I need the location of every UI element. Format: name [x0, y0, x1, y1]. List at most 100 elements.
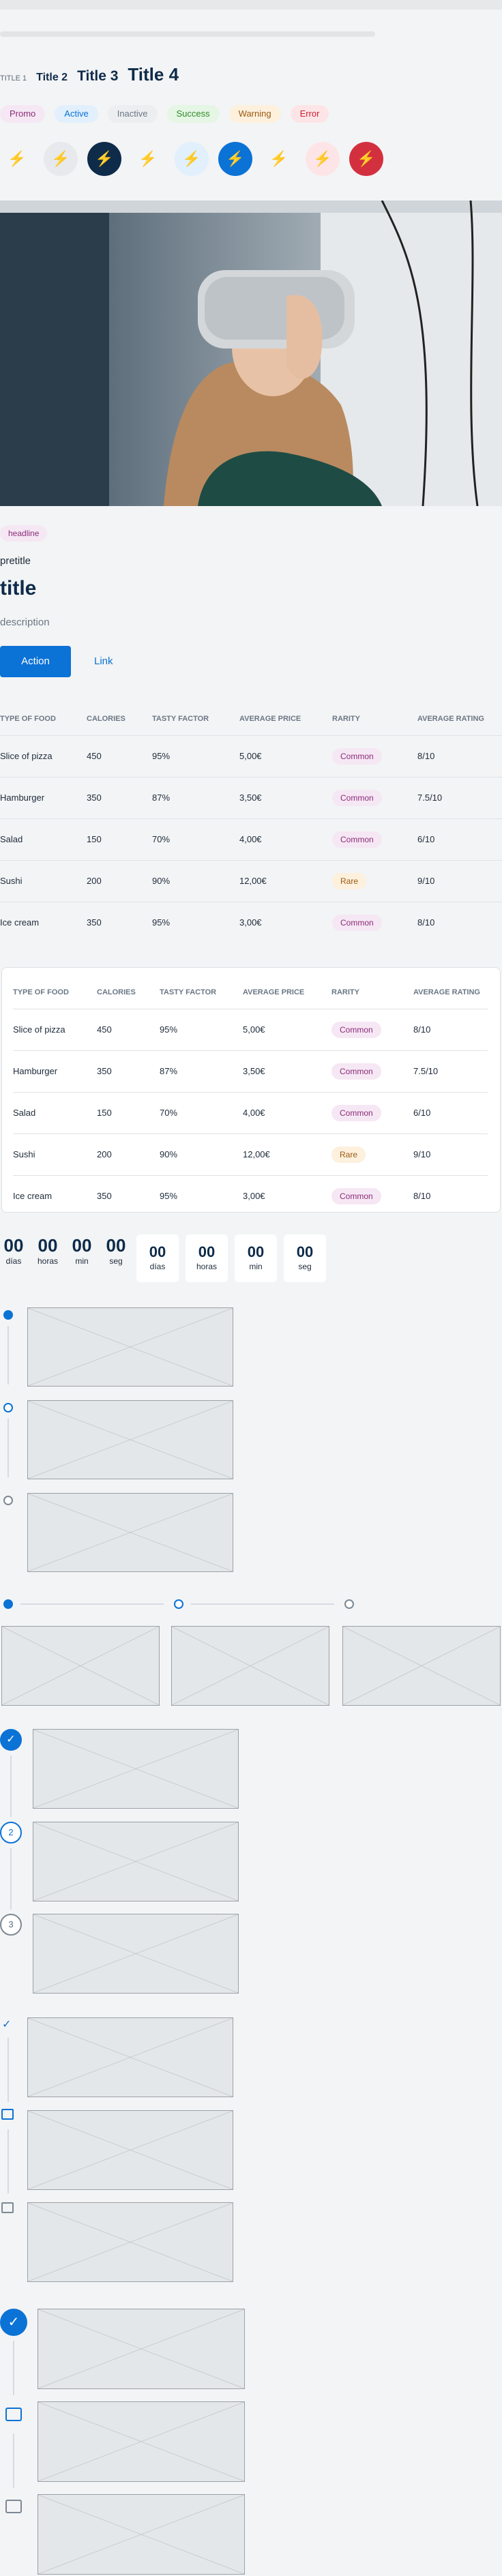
step-2: 2 — [0, 1822, 22, 1844]
countdown-label: seg — [109, 1256, 123, 1266]
tag-inactive: Inactive — [107, 105, 158, 123]
icon-button-5[interactable]: ⚡ — [175, 142, 209, 176]
column-header: AVERAGE RATING — [413, 988, 480, 996]
placeholder-cross-icon — [28, 1401, 233, 1479]
lightning-icon: ⚡ — [182, 150, 201, 167]
icon-button-row: ⚡ ⚡ ⚡ ⚡ ⚡ ⚡ ⚡ ⚡ ⚡ — [0, 142, 383, 176]
timeline-dot-inactive — [3, 1496, 13, 1505]
countdown-label: horas — [196, 1262, 218, 1271]
table-cell: 450 — [87, 735, 152, 777]
placeholder-image — [38, 2401, 245, 2482]
title-2: Title 2 — [36, 72, 68, 83]
timeline-dot-active — [3, 1310, 13, 1320]
progress-track — [0, 31, 375, 37]
rarity-badge: Common — [332, 914, 382, 931]
countdown-value: 00 — [38, 1235, 58, 1256]
placeholder-cross-icon — [38, 2309, 244, 2388]
countdown-value: 00 — [106, 1235, 126, 1256]
table-cell: Rare — [331, 1133, 413, 1175]
table-cell: 4,00€ — [243, 1091, 331, 1134]
table-cell: 12,00€ — [243, 1133, 331, 1175]
countdown-unit: 00 horas — [34, 1234, 61, 1266]
column-header: CALORIES — [87, 714, 126, 723]
stepper-connector — [8, 2129, 9, 2193]
step-3: 3 — [0, 1914, 22, 1936]
countdown-box: 00 horas — [186, 1234, 228, 1282]
food-table-card: TYPE OF FOOD CALORIES TASTY FACTOR AVERAGE … — [1, 967, 501, 1217]
countdown-value: 00 — [296, 1243, 314, 1260]
lightning-icon: ⚡ — [8, 150, 27, 167]
htimeline-connector — [20, 1603, 164, 1605]
action-button[interactable]: Action — [0, 646, 71, 677]
table-cell: 70% — [152, 818, 239, 860]
placeholder-cross-icon — [28, 1494, 233, 1571]
placeholder-cross-icon — [343, 1627, 500, 1705]
table-cell: 4,00€ — [239, 818, 332, 860]
table-row: Salad 150 70% 4,00€ Common 6/10 — [0, 818, 502, 860]
placeholder-image — [1, 1626, 160, 1706]
headline-badge: headline — [0, 525, 48, 542]
icon-button-2[interactable]: ⚡ — [44, 142, 78, 176]
column-header: TASTY FACTOR — [160, 988, 217, 996]
card-link[interactable]: Link — [94, 646, 113, 677]
rarity-badge: Common — [332, 747, 382, 765]
placeholder-image — [27, 2202, 233, 2282]
table-cell: 8/10 — [417, 901, 502, 943]
table-cell: 3,00€ — [239, 901, 332, 943]
table-cell: Common — [331, 1174, 413, 1217]
htimeline-dot-inactive — [344, 1599, 354, 1609]
placeholder-image — [27, 1307, 233, 1387]
table-cell: 6/10 — [413, 1091, 488, 1134]
table-cell: 350 — [97, 1050, 160, 1092]
countdown-label: horas — [37, 1256, 59, 1266]
rarity-badge: Common — [331, 1104, 381, 1121]
column-header: AVERAGE PRICE — [239, 714, 301, 723]
lightning-icon: ⚡ — [51, 150, 70, 167]
placeholder-image — [33, 1729, 239, 1809]
table-cell: 9/10 — [413, 1133, 488, 1175]
table-row: Slice of pizza 450 95% 5,00€ Common 8/10 — [13, 1008, 488, 1050]
table-cell: 5,00€ — [239, 735, 332, 777]
table-cell: Salad — [13, 1091, 97, 1134]
placeholder-cross-icon — [28, 2111, 233, 2189]
table-cell: 150 — [87, 818, 152, 860]
table-cell: 7.5/10 — [417, 776, 502, 818]
store-icon — [5, 2408, 22, 2421]
table-cell: 12,00€ — [239, 859, 332, 902]
htimeline-dot-active — [3, 1599, 13, 1609]
placeholder-cross-icon — [38, 2495, 244, 2574]
lightning-icon: ⚡ — [138, 150, 158, 167]
icon-button-4[interactable]: ⚡ — [131, 142, 165, 176]
icon-button-1[interactable]: ⚡ — [0, 142, 34, 176]
icon-button-3[interactable]: ⚡ — [87, 142, 121, 176]
countdown-box: 00 días — [136, 1234, 179, 1282]
lightning-icon: ⚡ — [95, 150, 114, 167]
title-4: Title 4 — [128, 64, 179, 85]
icon-button-6[interactable]: ⚡ — [218, 142, 252, 176]
top-bar — [0, 0, 502, 10]
icon-button-8[interactable]: ⚡ — [306, 142, 340, 176]
title-1: TITLE 1 — [0, 74, 27, 83]
rarity-badge: Rare — [331, 1146, 366, 1163]
table-cell: 87% — [160, 1050, 243, 1092]
icon-button-7[interactable]: ⚡ — [262, 142, 296, 176]
lightning-icon: ⚡ — [269, 150, 289, 167]
placeholder-cross-icon — [33, 1822, 238, 1901]
placeholder-cross-icon — [33, 1730, 238, 1808]
icon-button-9[interactable]: ⚡ — [349, 142, 383, 176]
table-cell: Common — [332, 735, 417, 777]
column-header: RARITY — [332, 714, 360, 723]
table-cell: Hamburger — [13, 1050, 97, 1092]
store-icon-inactive — [5, 2500, 22, 2513]
countdown-value: 00 — [198, 1243, 216, 1260]
tag-success: Success — [166, 105, 220, 123]
column-header: RARITY — [331, 988, 359, 996]
placeholder-cross-icon — [172, 1627, 329, 1705]
placeholder-image — [27, 2017, 233, 2097]
table-cell: Salad — [0, 818, 87, 860]
stepper-connector — [8, 2038, 9, 2102]
column-header: CALORIES — [97, 988, 136, 996]
countdown: 00 días 00 horas 00 min 00 seg 00 días 00 horas 00 mi… — [0, 1234, 326, 1282]
stepper-connector — [13, 2341, 14, 2395]
rarity-badge: Common — [332, 789, 382, 806]
